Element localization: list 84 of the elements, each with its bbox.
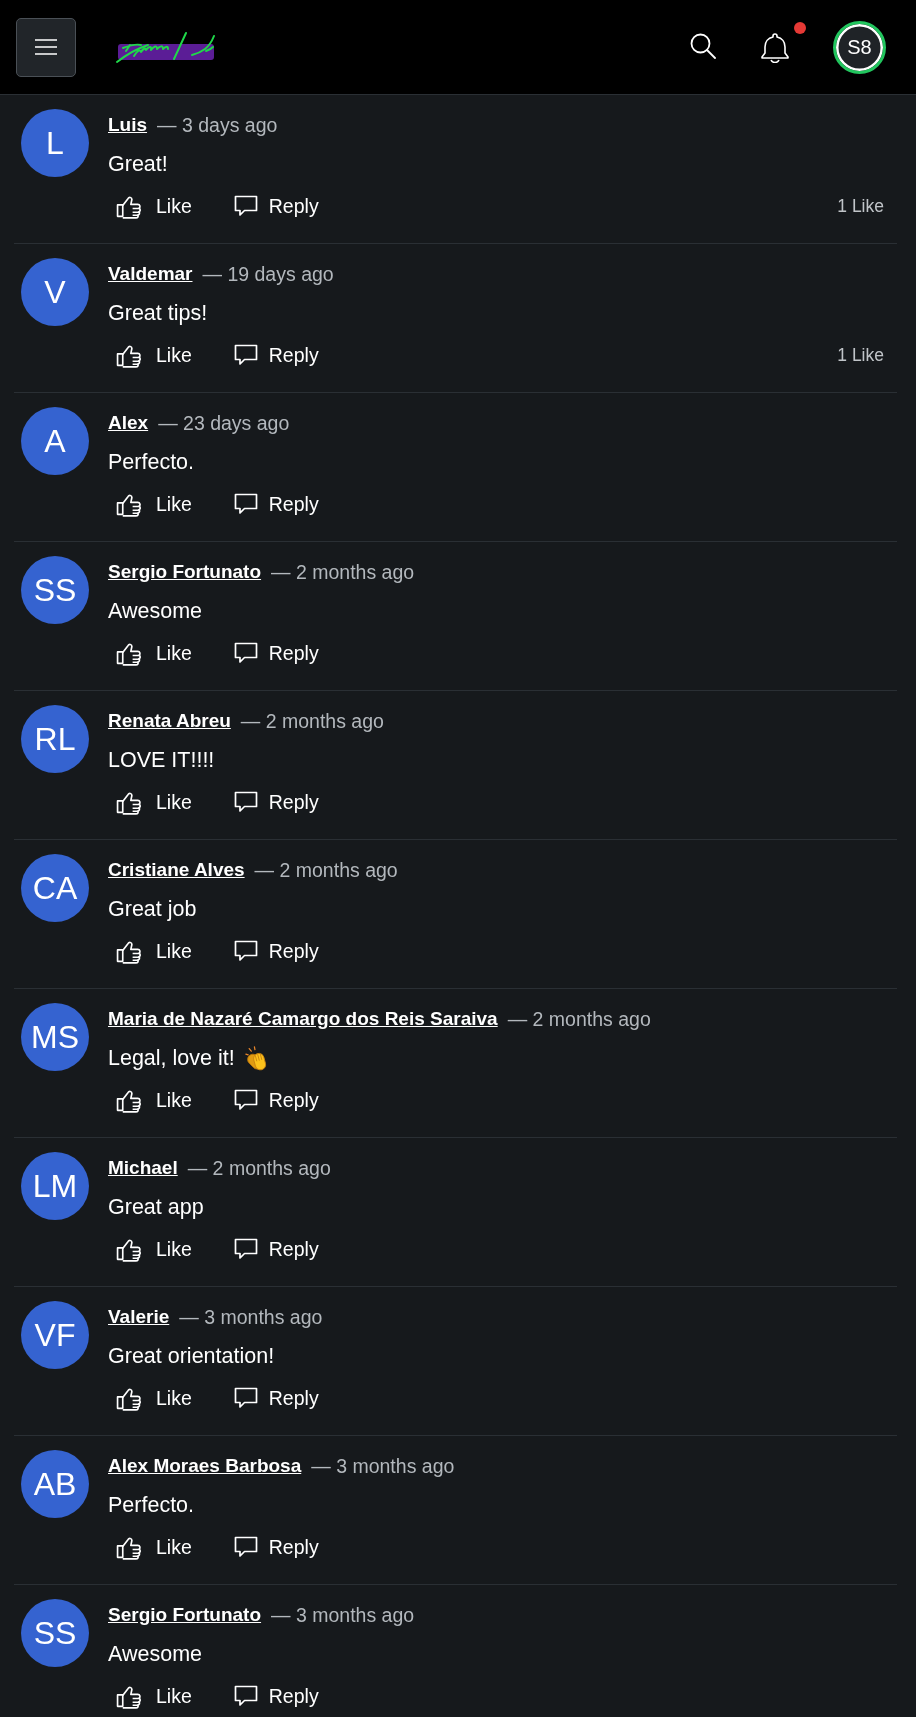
speech-bubble-icon [233,1089,258,1111]
user-avatar: V [21,258,89,326]
comment-time: — 2 months ago [507,1007,651,1031]
comment-time: — 3 months ago [179,1305,323,1329]
like-button[interactable]: Like [108,188,200,224]
like-button[interactable]: Like [108,933,200,969]
menu-button[interactable] [16,17,76,77]
comment-text: Great! [108,151,168,177]
user-avatar: CA [21,854,89,922]
comment-time: — 3 months ago [271,1603,415,1627]
bell-icon[interactable] [760,31,790,63]
comment-time: — 3 days ago [157,113,278,137]
like-button[interactable]: Like [108,1529,200,1565]
comment-time: — 23 days ago [158,411,290,435]
comment-text: Great tips! [108,300,208,326]
like-button[interactable]: Like [108,337,200,373]
reply-button[interactable]: Reply [225,933,327,969]
speech-bubble-icon [233,1685,258,1707]
menu-icon [35,39,57,55]
user-avatar: L [21,109,89,177]
like-button[interactable]: Like [108,1231,200,1267]
author-link[interactable]: Renata Abreu [108,710,231,732]
reply-button[interactable]: Reply [225,635,327,671]
like-button[interactable]: Like [108,486,200,522]
comment-time: — 2 months ago [271,560,415,584]
comment-time: — 2 months ago [240,709,384,733]
speech-bubble-icon [233,940,258,962]
author-link[interactable]: Sergio Fortunato [108,1604,262,1626]
reply-button[interactable]: Reply [225,1082,327,1118]
author-link[interactable]: Valerie [108,1306,170,1328]
like-count: 1 Like [837,344,884,366]
comment-text: Awesome [108,1641,202,1667]
comment-text: Perfecto. [108,1492,195,1518]
speech-bubble-icon [233,344,258,366]
author-link[interactable]: Sergio Fortunato [108,561,262,583]
comment-text: LOVE IT!!!! [108,747,215,773]
comment-text: Great orientation! [108,1343,275,1369]
speech-bubble-icon [233,642,258,664]
comment-time: — 19 days ago [202,262,334,286]
comment-text: Great app [108,1194,204,1220]
user-avatar: LM [21,1152,89,1220]
comment-time: — 2 months ago [254,858,398,882]
speech-bubble-icon [233,1536,258,1558]
like-count: 1 Like [837,195,884,217]
speech-bubble-icon [233,1238,258,1260]
comment-time: — 2 months ago [187,1156,331,1180]
user-avatar: MS [21,1003,89,1071]
speech-bubble-icon [233,195,258,217]
reply-button[interactable]: Reply [225,784,327,820]
reply-button[interactable]: Reply [225,337,327,373]
reply-button[interactable]: Reply [225,1380,327,1416]
comment-text: Great job [108,896,197,922]
reply-button[interactable]: Reply [225,188,327,224]
like-button[interactable]: Like [108,1380,200,1416]
like-button[interactable]: Like [108,1082,200,1118]
reply-button[interactable]: Reply [225,1231,327,1267]
speech-bubble-icon [233,791,258,813]
user-avatar: SS [21,556,89,624]
comment-text: Awesome [108,598,202,624]
reply-button[interactable]: Reply [225,486,327,522]
reply-button[interactable]: Reply [225,1529,327,1565]
author-link[interactable]: Maria de Nazaré Camargo dos Reis Saraiva [108,1008,498,1030]
speech-bubble-icon [233,493,258,515]
like-button[interactable]: Like [108,1678,200,1714]
author-link[interactable]: Cristiane Alves [108,859,245,881]
like-button[interactable]: Like [108,635,200,671]
speech-bubble-icon [233,1387,258,1409]
author-link[interactable]: Michael [108,1157,178,1179]
search-icon[interactable] [690,33,716,59]
author-link[interactable]: Alex Moraes Barbosa [108,1455,302,1477]
comment-text: Perfecto. [108,449,195,475]
author-link[interactable]: Luis [108,114,148,136]
reply-button[interactable]: Reply [225,1678,327,1714]
user-avatar: A [21,407,89,475]
user-avatar: RL [21,705,89,773]
user-avatar: SS [21,1599,89,1667]
comment-text: Legal, love it! [108,1045,235,1071]
comment-time: — 3 months ago [311,1454,455,1478]
user-avatar: AB [21,1450,89,1518]
user-avatar: VF [21,1301,89,1369]
user-avatar[interactable]: S8 [833,20,886,74]
like-button[interactable]: Like [108,784,200,820]
author-link[interactable]: Valdemar [108,263,193,285]
author-link[interactable]: Alex [108,412,149,434]
